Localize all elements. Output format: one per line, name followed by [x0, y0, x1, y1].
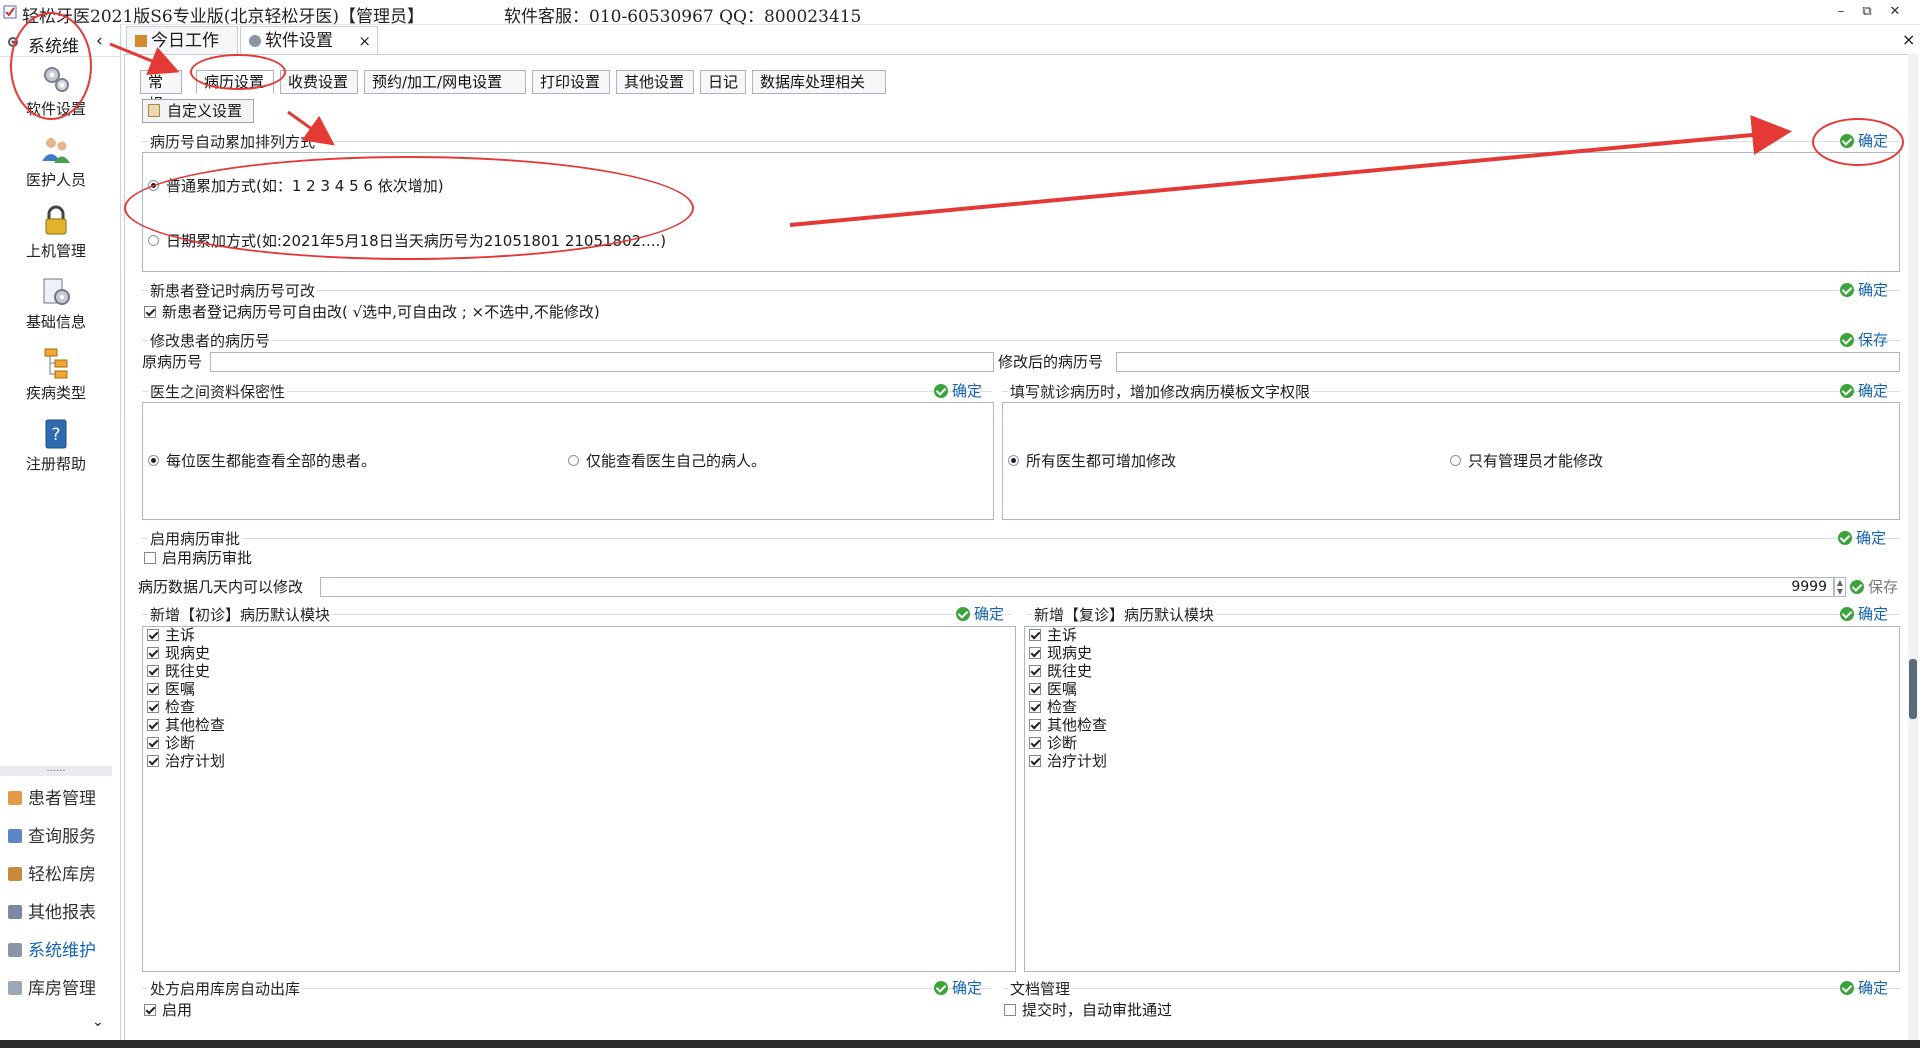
taskbar	[0, 1040, 1920, 1048]
annotation-arrows	[109, 42, 1792, 227]
